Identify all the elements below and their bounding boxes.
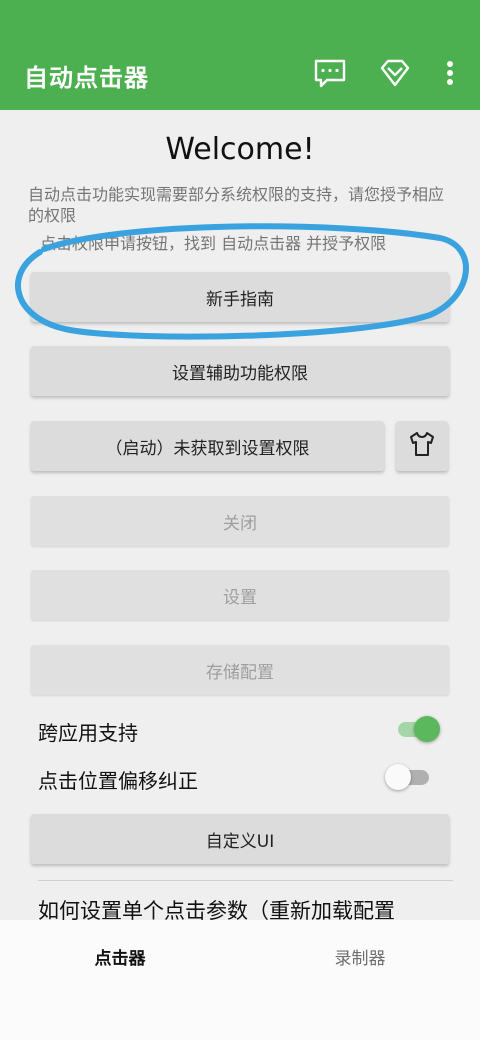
chat-icon[interactable] xyxy=(312,55,348,91)
accessibility-permission-button[interactable]: 设置辅助功能权限 xyxy=(31,346,449,396)
bottom-navigation: 点击器 录制器 xyxy=(0,920,480,1040)
welcome-heading: Welcome! xyxy=(165,132,315,167)
main-content: Welcome! 自动点击功能实现需要部分系统权限的支持，请您授予相应的权限 点… xyxy=(0,110,480,923)
tab-recorder[interactable]: 录制器 xyxy=(240,944,480,969)
tab-clicker[interactable]: 点击器 xyxy=(0,944,240,969)
close-button[interactable]: 关闭 xyxy=(31,496,449,546)
offset-correction-label: 点击位置偏移纠正 xyxy=(38,769,198,793)
offset-correction-switch[interactable] xyxy=(385,762,435,792)
shirt-icon xyxy=(407,429,437,464)
guide-button[interactable]: 新手指南 xyxy=(31,272,449,322)
theme-button[interactable] xyxy=(396,421,448,471)
start-button[interactable]: （启动）未获取到设置权限 xyxy=(31,421,384,471)
diamond-icon[interactable] xyxy=(377,55,413,91)
custom-ui-button[interactable]: 自定义UI xyxy=(31,814,449,864)
divider xyxy=(38,880,453,881)
more-vert-icon[interactable] xyxy=(432,55,468,91)
settings-button[interactable]: 设置 xyxy=(31,570,449,620)
permission-description: 自动点击功能实现需要部分系统权限的支持，请您授予相应的权限 xyxy=(28,185,445,225)
cross-app-support-label: 跨应用支持 xyxy=(38,721,138,745)
cross-app-support-switch[interactable] xyxy=(392,714,442,744)
save-config-button[interactable]: 存储配置 xyxy=(31,645,449,695)
app-title: 自动点击器 xyxy=(24,64,149,92)
permission-hint: 点击权限申请按钮，找到 自动点击器 并授予权限 xyxy=(40,234,387,253)
app-bar: 自动点击器 xyxy=(0,0,480,110)
